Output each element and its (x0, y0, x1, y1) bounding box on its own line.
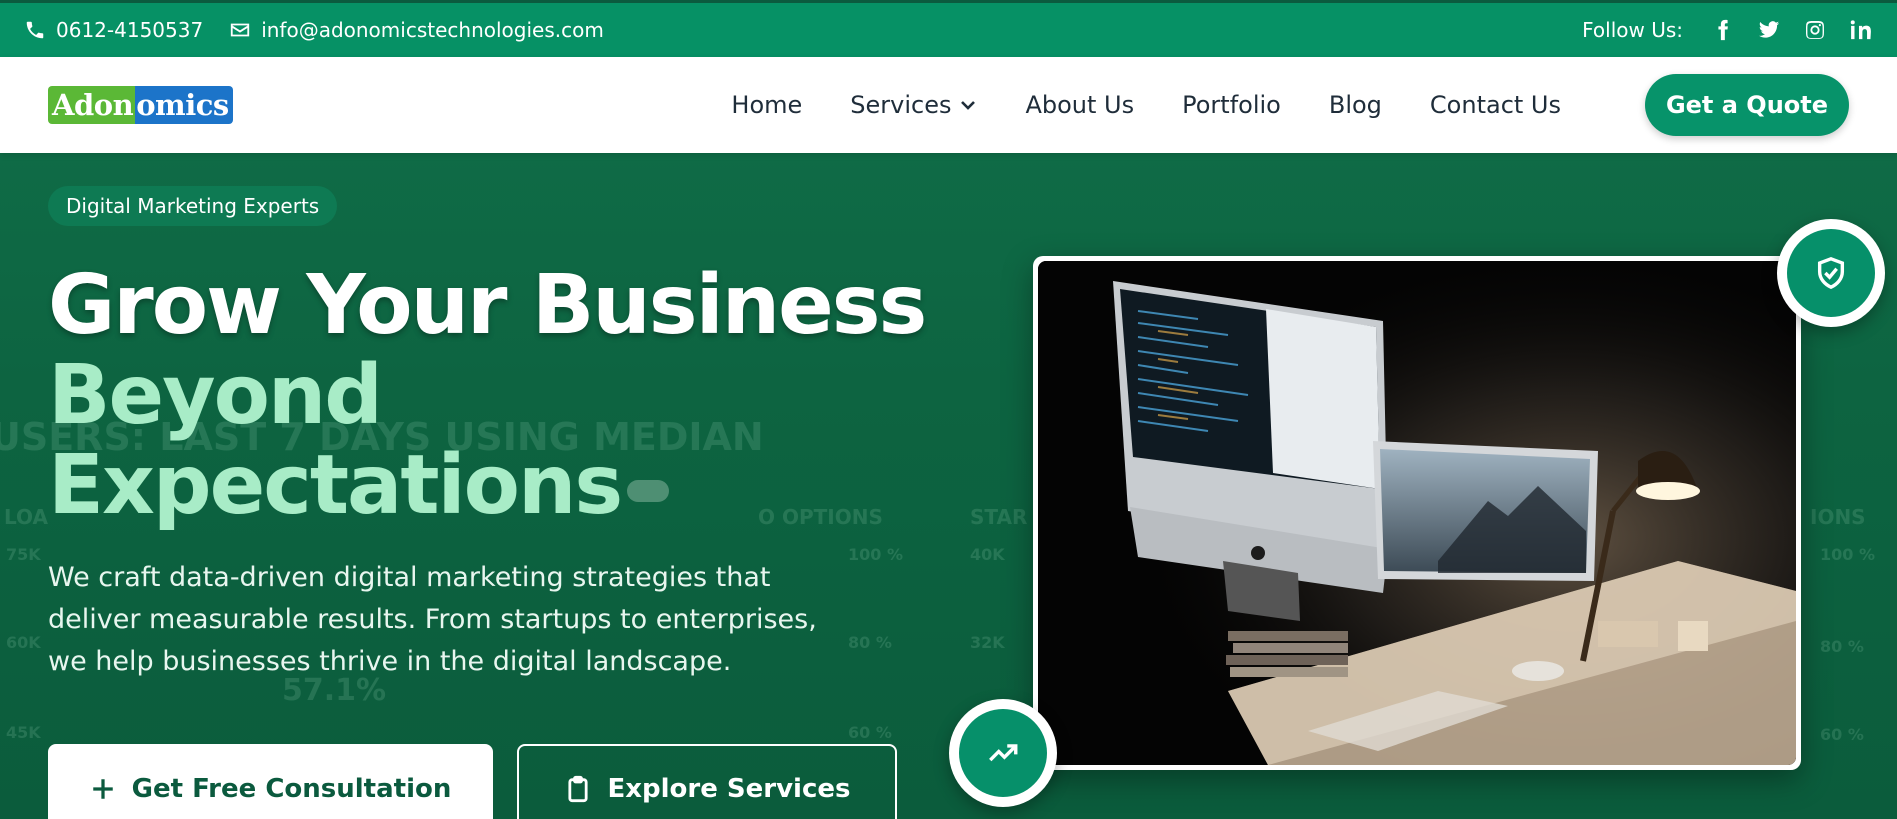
hero-heading: Grow Your Business Beyond Expectations (48, 261, 968, 531)
bg-tick: 40K (970, 545, 1005, 564)
linkedin-icon[interactable] (1849, 18, 1873, 42)
hero-heading-line2: Beyond (48, 348, 383, 443)
hero-badge: Digital Marketing Experts (48, 186, 338, 226)
hero-heading-line3-text: Expectations (48, 438, 623, 533)
bg-star-label: STAR (970, 505, 1028, 529)
email-address[interactable]: info@adonomicstechnologies.com (261, 18, 604, 42)
follow-us-label: Follow Us: (1582, 18, 1683, 42)
explore-services-button[interactable]: Explore Services (517, 744, 897, 819)
nav-portfolio[interactable]: Portfolio (1182, 91, 1281, 119)
instagram-icon[interactable] (1803, 18, 1827, 42)
plus-icon (92, 779, 113, 799)
bg-tick: 80 % (1820, 637, 1864, 656)
phone-icon (26, 21, 44, 39)
bg-tick: 80 % (848, 633, 892, 652)
hero-image-card (1033, 256, 1801, 770)
nav-blog[interactable]: Blog (1329, 91, 1382, 119)
nav-contact-us[interactable]: Contact Us (1430, 91, 1561, 119)
phone-number[interactable]: 0612-4150537 (56, 18, 203, 42)
phone-contact[interactable]: 0612-4150537 (24, 18, 203, 42)
bg-tick: 60 % (848, 723, 892, 742)
primary-nav: Home Services About Us Portfolio Blog Co… (731, 91, 1561, 119)
security-badge-inner (1787, 229, 1875, 317)
email-contact[interactable]: info@adonomicstechnologies.com (229, 18, 604, 42)
clipboard-icon (567, 775, 588, 803)
bg-tick: 32K (970, 633, 1005, 652)
bg-tick: 60K (6, 633, 41, 652)
bg-tick: 75K (6, 545, 41, 564)
hero-heading-line3: Expectations (48, 441, 968, 531)
trending-up-icon (989, 744, 1018, 762)
nav-home[interactable]: Home (731, 91, 802, 119)
growth-badge (949, 699, 1057, 807)
bg-tick: 100 % (848, 545, 903, 564)
bg-ions-label: IONS (1810, 505, 1866, 529)
nav-about-us[interactable]: About Us (1025, 91, 1134, 119)
get-a-quote-button[interactable]: Get a Quote (1645, 74, 1849, 136)
nav-services-label: Services (850, 91, 952, 119)
typing-cursor (627, 479, 670, 502)
twitter-icon[interactable] (1757, 18, 1781, 42)
bg-tick: 45K (6, 723, 41, 742)
social-links (1711, 18, 1873, 42)
growth-badge-inner (959, 709, 1047, 797)
brand-logo[interactable]: Adon omics (48, 86, 233, 124)
top-contact-bar: 0612-4150537 info@adonomicstechnologies.… (0, 0, 1897, 57)
chevron-down-icon (961, 101, 976, 110)
bg-load-label: LOA (4, 505, 48, 529)
shield-check-icon (1817, 257, 1845, 290)
hero-heading-line1: Grow Your Business (48, 258, 927, 353)
get-free-consultation-label: Get Free Consultation (131, 774, 452, 804)
workspace-illustration (1038, 261, 1796, 765)
explore-services-label: Explore Services (607, 774, 851, 804)
nav-services[interactable]: Services (850, 91, 977, 119)
bg-tick: 100 % (1820, 545, 1875, 564)
logo-text-part2: omics (135, 86, 233, 124)
hero-description: We craft data-driven digital marketing s… (48, 562, 817, 677)
get-free-consultation-button[interactable]: Get Free Consultation (48, 744, 493, 819)
security-badge (1777, 219, 1885, 327)
envelope-icon (231, 23, 250, 37)
hero-section: USERS: LAST 7 DAYS USING MEDIAN LOA O OP… (0, 153, 1897, 819)
facebook-icon[interactable] (1711, 18, 1735, 42)
logo-text-part1: Adon (48, 86, 136, 124)
workspace-photo (1038, 261, 1796, 765)
bg-tick: 60 % (1820, 725, 1864, 744)
main-navbar: Adon omics Home Services About Us Portfol… (0, 57, 1897, 153)
